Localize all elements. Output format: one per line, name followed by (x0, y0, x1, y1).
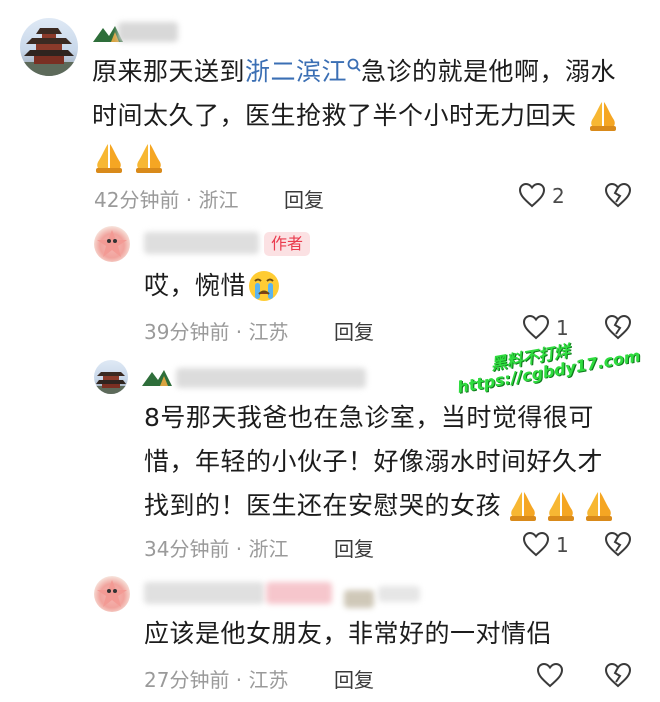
mountain-badge-icon (142, 370, 172, 386)
username-blurred (344, 590, 374, 608)
heart-outline-icon[interactable] (536, 662, 564, 688)
comment-text-line: 应该是他女朋友，非常好的一对情侣 (144, 619, 553, 648)
username-blurred[interactable] (144, 582, 264, 604)
crying-face-emoji (249, 271, 279, 301)
praying-hands-emoji (548, 492, 574, 521)
comment-text-line: 8号那天我爸也在急诊室，当时觉得很可 (144, 403, 594, 432)
starfish-icon (97, 230, 127, 257)
comment-text-line: 找到的！医生还在安慰哭的女孩 (144, 491, 502, 520)
comment-text-suffix: 急诊的就是他啊，溺水 (361, 57, 617, 86)
comment-text-line: 原来那天送到浙二滨江 急诊的就是他啊，溺水 (92, 52, 616, 92)
username-blurred[interactable] (176, 368, 366, 388)
avatar[interactable] (94, 360, 128, 394)
broken-heart-icon[interactable] (604, 182, 632, 208)
heart-outline-icon[interactable] (522, 314, 550, 340)
comment-text: 哎，惋惜 (144, 271, 247, 300)
avatar[interactable] (94, 576, 130, 612)
reply-button[interactable]: 回复 (284, 184, 324, 213)
like-count: 2 (552, 184, 565, 208)
praying-hands-emoji (96, 144, 122, 173)
comment-text-line: 时间太久了，医生抢救了半个小时无力回天 (92, 101, 577, 130)
author-badge: 作者 (264, 232, 311, 256)
username-blurred (266, 582, 332, 604)
broken-heart-icon[interactable] (604, 314, 632, 340)
comment-text-prefix: 原来那天送到 (92, 57, 246, 86)
reply-button[interactable]: 回复 (334, 533, 374, 562)
reply-button[interactable]: 回复 (334, 664, 374, 693)
praying-hands-emoji (586, 492, 612, 521)
avatar[interactable] (20, 18, 78, 76)
pagoda-icon (94, 372, 128, 394)
hospital-link[interactable]: 浙二滨江 (245, 57, 347, 86)
comment-text-line: 哎，惋惜 (144, 266, 246, 306)
reply-button[interactable]: 回复 (334, 316, 374, 345)
comment-text-line: 惜，年轻的小伙子！好像溺水时间好久才 (144, 447, 604, 476)
praying-hands-emoji (510, 492, 536, 521)
comment-time-location: 34分钟前 · 浙江 (144, 537, 289, 561)
pagoda-icon (20, 28, 78, 76)
comment-time-location: 39分钟前 · 江苏 (144, 320, 289, 344)
username-blurred[interactable] (144, 232, 259, 254)
like-count: 1 (556, 533, 569, 557)
starfish-icon (97, 580, 127, 607)
username-blurred (378, 586, 420, 602)
broken-heart-icon[interactable] (604, 662, 632, 688)
username-blurred[interactable] (118, 22, 178, 42)
praying-hands-emoji (590, 102, 616, 131)
broken-heart-icon[interactable] (604, 531, 632, 557)
comment-time-location: 42分钟前 · 浙江 (94, 188, 239, 212)
praying-hands-emoji (136, 144, 162, 173)
comment-time-location: 27分钟前 · 江苏 (144, 668, 289, 692)
avatar[interactable] (94, 226, 130, 262)
heart-outline-icon[interactable] (518, 182, 546, 208)
search-icon[interactable] (347, 58, 361, 74)
heart-outline-icon[interactable] (522, 531, 550, 557)
